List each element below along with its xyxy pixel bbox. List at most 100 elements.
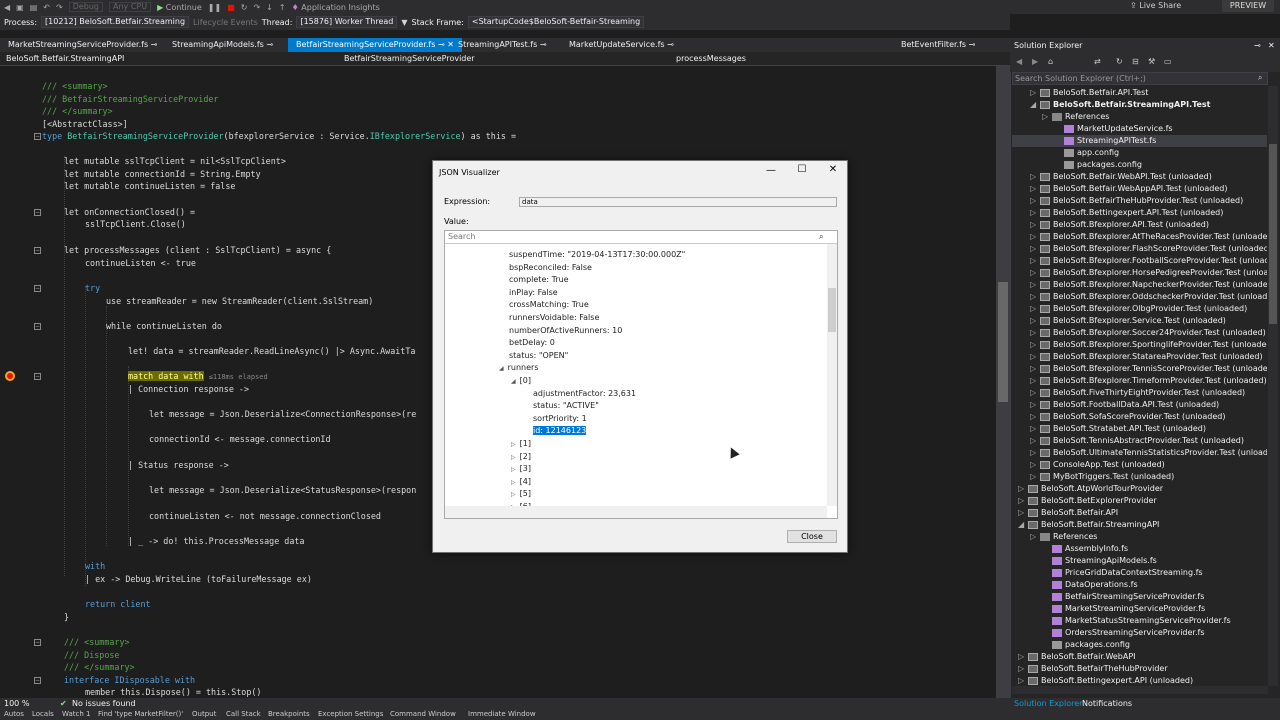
step-over-icon[interactable]: ↷ — [253, 3, 260, 12]
tab-bet-event-filter[interactable]: BetEventFilter.fs ⊸ — [893, 38, 983, 52]
solution-tree-item[interactable]: ▷ BeloSoft.Betfair.API.Test — [1012, 87, 1267, 99]
tab-notifications[interactable]: Notifications — [1082, 699, 1132, 708]
back-icon[interactable]: ◀ — [1016, 57, 1022, 66]
solution-tree-item[interactable]: ▷ BeloSoft.Betfair.WebAPI — [1012, 651, 1267, 663]
solution-tree-item[interactable]: DataOperations.fs — [1012, 579, 1267, 591]
tab-market-streaming[interactable]: MarketStreamingServiceProvider.fs ⊸ — [0, 38, 165, 52]
json-tree-node[interactable]: inPlay: False — [509, 287, 558, 299]
chevron-right-icon[interactable]: ▷ — [1030, 291, 1040, 303]
project-dropdown[interactable]: BeloSoft.Betfair.StreamingAPI — [6, 54, 124, 63]
breakpoint-icon[interactable] — [5, 371, 15, 381]
solution-tree-item[interactable]: ▷ BeloSoft.FootballData.API.Test (unloade… — [1012, 399, 1267, 411]
chevron-right-icon[interactable]: ▷ — [1030, 219, 1040, 231]
json-tree-node[interactable]: ▷ [2] — [511, 451, 531, 463]
chevron-right-icon[interactable]: ▷ — [511, 466, 516, 473]
tab-command-window[interactable]: Command Window — [390, 710, 456, 718]
chevron-right-icon[interactable]: ▷ — [1030, 171, 1040, 183]
collapse-icon[interactable]: − — [34, 247, 41, 254]
chevron-down-icon[interactable]: ◢ — [1030, 99, 1040, 111]
pin-icon[interactable]: ⊸ — [266, 40, 273, 49]
solution-tree-item[interactable]: ▷ BeloSoft.Bfexplorer.Soccer24Provider.Te… — [1012, 327, 1267, 339]
solution-tree-item[interactable]: ▷ BeloSoft.Bfexplorer.OddscheckerProvider… — [1012, 291, 1267, 303]
solution-tree-item[interactable]: ▷ BeloSoft.Bfexplorer.NapcheckerProvider.… — [1012, 279, 1267, 291]
solution-tree-item[interactable]: ▷ BeloSoft.Bfexplorer.API.Test (unloaded) — [1012, 219, 1267, 231]
redo-icon[interactable]: ↷ — [56, 3, 63, 12]
chevron-down-icon[interactable]: ◢ — [511, 378, 516, 385]
json-tree-node[interactable]: status: "ACTIVE" — [533, 400, 599, 412]
app-insights-button[interactable]: ♦ Application Insights — [292, 3, 380, 12]
preview-badge[interactable]: PREVIEW — [1222, 0, 1274, 12]
json-tree-node[interactable]: bspReconciled: False — [509, 262, 592, 274]
chevron-right-icon[interactable]: ▷ — [1018, 507, 1028, 519]
solution-scroll-thumb[interactable] — [1269, 144, 1277, 324]
chevron-right-icon[interactable]: ▷ — [1030, 375, 1040, 387]
tab-autos[interactable]: Autos — [4, 710, 24, 718]
chevron-right-icon[interactable]: ▷ — [1030, 303, 1040, 315]
solution-tree-item[interactable]: ▷ BeloSoft.BetfairTheHubProvider — [1012, 663, 1267, 675]
close-icon[interactable]: ✕ — [1268, 41, 1275, 50]
pause-icon[interactable]: ❚❚ — [208, 3, 221, 12]
tab-locals[interactable]: Locals — [32, 710, 54, 718]
chevron-right-icon[interactable]: ▷ — [1030, 183, 1040, 195]
solution-tree-item[interactable]: packages.config — [1012, 639, 1267, 651]
save-icon[interactable]: ▣ — [16, 3, 24, 12]
tab-breakpoints[interactable]: Breakpoints — [268, 710, 310, 718]
issues-status[interactable]: No issues found — [72, 699, 136, 708]
solution-tree-item[interactable]: ▷ BeloSoft.Bfexplorer.OlbgProvider.Test (… — [1012, 303, 1267, 315]
step-into-icon[interactable]: ↓ — [266, 3, 273, 12]
platform-dropdown[interactable]: Any CPU — [109, 2, 152, 12]
solution-tree-item[interactable]: ▷ BeloSoft.Bfexplorer.SportinglifeProvide… — [1012, 339, 1267, 351]
json-tree-node[interactable]: ▷ [5] — [511, 488, 531, 500]
config-dropdown[interactable]: Debug — [68, 2, 103, 12]
json-tree-node[interactable]: status: "OPEN" — [509, 350, 568, 362]
json-tree-node[interactable]: suspendTime: "2019-04-13T17:30:00.000Z" — [509, 249, 685, 261]
json-tree-node[interactable]: runnersVoidable: False — [509, 312, 599, 324]
chevron-right-icon[interactable]: ▷ — [1030, 423, 1040, 435]
collapse-icon[interactable]: − — [34, 323, 41, 330]
chevron-right-icon[interactable]: ▷ — [1030, 207, 1040, 219]
solution-tree-item[interactable]: MarketStreamingServiceProvider.fs — [1012, 603, 1267, 615]
restart-icon[interactable]: ↻ — [241, 3, 248, 12]
tab-streaming-api-models[interactable]: StreamingApiModels.fs ⊸ — [164, 38, 281, 52]
tab-find[interactable]: Find 'type MarketFilter()' — [98, 710, 183, 718]
solution-tree-item[interactable]: ▷ BeloSoft.AtpWorldTourProvider — [1012, 483, 1267, 495]
chevron-right-icon[interactable]: ▷ — [1030, 411, 1040, 423]
solution-tree-item[interactable]: ▷ BeloSoft.BetfairTheHubProvider.Test (un… — [1012, 195, 1267, 207]
json-tree-node[interactable]: ◢ runners — [499, 362, 539, 374]
pin-icon[interactable]: ⊸ — [151, 40, 158, 49]
pin-icon[interactable]: ⊸ — [438, 40, 445, 49]
step-out-icon[interactable]: ↑ — [279, 3, 286, 12]
editor-scroll-thumb[interactable] — [998, 282, 1008, 402]
process-dropdown[interactable]: [10212] BeloSoft.Betfair.Streaming — [41, 16, 190, 28]
tab-solution-explorer[interactable]: Solution Explorer — [1014, 699, 1082, 708]
tab-betfair-streaming[interactable]: BetfairStreamingServiceProvider.fs ⊸ ✕ — [288, 38, 462, 52]
solution-tree-item[interactable]: ▷ BeloSoft.Bfexplorer.HorsePedigreeProvid… — [1012, 267, 1267, 279]
chevron-right-icon[interactable]: ▷ — [511, 491, 516, 498]
chevron-right-icon[interactable]: ▷ — [511, 479, 516, 486]
chevron-down-icon[interactable]: ◢ — [1018, 519, 1028, 531]
tree-scroll-thumb[interactable] — [828, 288, 836, 332]
solution-tree-item[interactable]: MarketStatusStreamingServiceProvider.fs — [1012, 615, 1267, 627]
chevron-right-icon[interactable]: ▷ — [1030, 195, 1040, 207]
chevron-right-icon[interactable]: ▷ — [1030, 339, 1040, 351]
chevron-right-icon[interactable]: ▷ — [1018, 483, 1028, 495]
expression-field[interactable]: data — [519, 197, 837, 207]
chevron-right-icon[interactable]: ▷ — [1030, 243, 1040, 255]
pin-icon[interactable]: ⊸ — [667, 40, 674, 49]
solution-tree-item[interactable]: ▷ BeloSoft.UltimateTennisStatisticsProvid… — [1012, 447, 1267, 459]
collapse-icon[interactable]: − — [34, 677, 41, 684]
continue-button[interactable]: ▶ Continue — [157, 3, 202, 12]
tab-market-update-service[interactable]: MarketUpdateService.fs ⊸ — [561, 38, 682, 52]
solution-tree-item[interactable]: ▷ MyBotTriggers.Test (unloaded) — [1012, 471, 1267, 483]
solution-tree-item[interactable]: PriceGridDataContextStreaming.fs — [1012, 567, 1267, 579]
zoom-level[interactable]: 100 % — [4, 699, 29, 708]
chevron-right-icon[interactable]: ▷ — [1030, 267, 1040, 279]
undo-icon[interactable]: ↶ — [43, 3, 50, 12]
solution-tree-item[interactable]: ▷ BeloSoft.Stratabet.API.Test (unloaded) — [1012, 423, 1267, 435]
chevron-right-icon[interactable]: ▷ — [1030, 327, 1040, 339]
pin-icon[interactable]: ⊸ — [969, 40, 976, 49]
tab-call-stack[interactable]: Call Stack — [226, 710, 261, 718]
solution-tree-item[interactable]: ▷ BeloSoft.BetExplorerProvider — [1012, 495, 1267, 507]
solution-tree-item[interactable]: ▷ BeloSoft.Bfexplorer.AtTheRacesProvider.… — [1012, 231, 1267, 243]
solution-tree-item[interactable]: ◢ BeloSoft.Betfair.StreamingAPI.Test — [1012, 99, 1267, 111]
